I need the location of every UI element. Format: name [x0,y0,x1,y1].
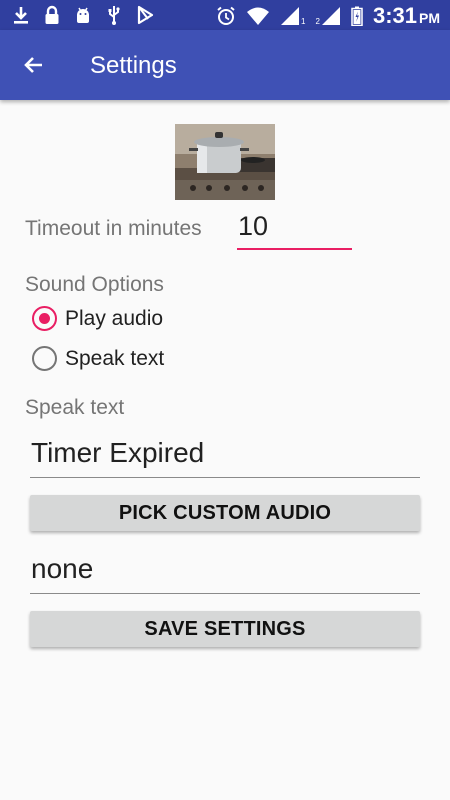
play-audio-option[interactable]: Play audio [32,306,163,331]
battery-icon [351,6,363,26]
notification-icons [12,5,154,25]
play-audio-label: Play audio [65,306,164,330]
timeout-input[interactable]: 10 [237,208,352,250]
timeout-label: Timeout in minutes [25,217,202,240]
speak-text-section-label: Speak text [25,396,125,419]
speak-text-option[interactable]: Speak text [32,346,164,371]
wifi-icon [246,6,270,26]
system-icons: 1 2 3:31 PM [216,3,440,29]
signal-icon [321,7,340,25]
clock-time: 3:31 [372,3,417,28]
back-arrow-icon [24,57,42,73]
custom-audio-field[interactable]: none [30,550,420,594]
usb-icon [106,5,122,25]
play-store-icon [136,5,154,25]
clock-ampm: PM [419,10,440,26]
pick-custom-audio-button[interactable]: PICK CUSTOM AUDIO [30,495,420,531]
page-title: Settings [90,52,177,79]
sim2-label: 2 [315,17,320,26]
cooking-pot-image [175,124,275,200]
clock: 3:31 PM [373,3,440,29]
sim1-label: 1 [301,17,306,26]
back-button[interactable] [16,47,52,83]
signal-sim1: 1 [280,6,306,26]
sound-options-label: Sound Options [25,273,164,296]
signal-icon [281,7,300,25]
alarm-icon [216,6,236,26]
save-settings-button[interactable]: SAVE SETTINGS [30,611,420,647]
speak-text-input[interactable]: Timer Expired [30,434,420,478]
play-audio-radio[interactable] [32,306,57,331]
speak-text-label: Speak text [65,346,165,370]
speak-text-radio[interactable] [32,346,57,371]
app-bar: Settings [0,30,450,100]
android-icon [74,5,92,25]
download-icon [12,5,30,25]
status-bar: 1 2 3:31 PM [0,0,450,30]
signal-sim2: 2 [316,6,341,26]
lock-icon [44,5,60,25]
